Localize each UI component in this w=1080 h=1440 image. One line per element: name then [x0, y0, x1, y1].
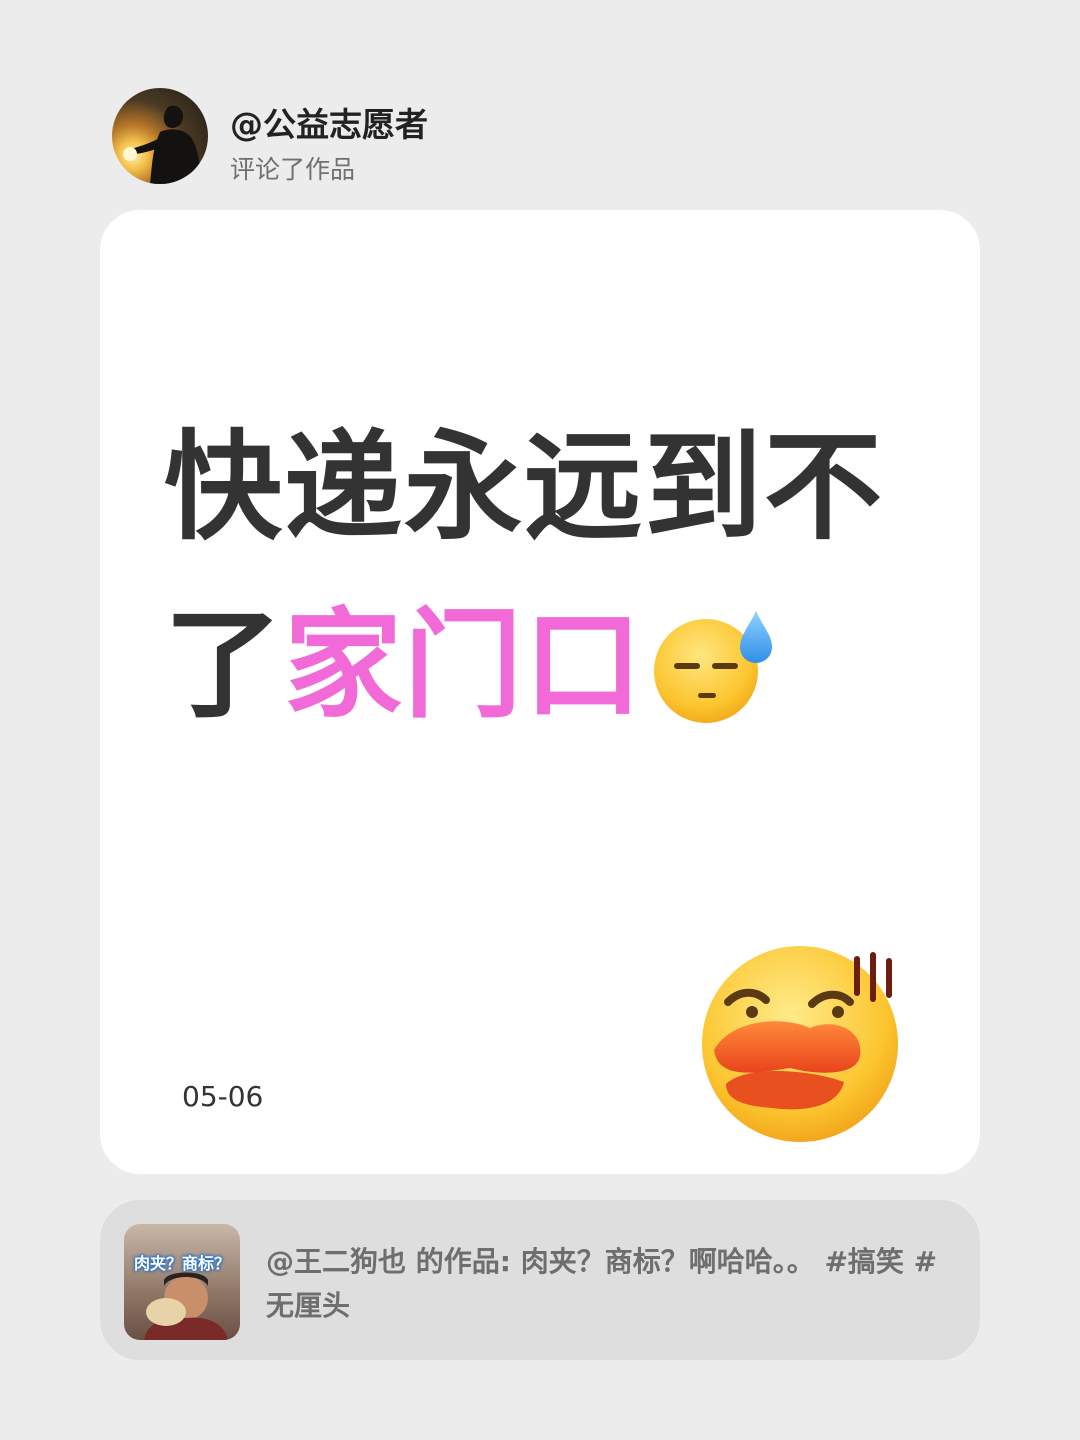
source-thumbnail[interactable]: 肉夹？商标？: [124, 1224, 240, 1340]
comment-text-line2: 了家门口: [164, 606, 644, 724]
comment-header: @公益志愿者 评论了作品: [112, 88, 972, 184]
person-eating-icon: [144, 1272, 228, 1340]
comment-action-label: 评论了作品: [230, 155, 356, 184]
source-post-card[interactable]: 肉夹？商标？ @王二狗也 的作品: 肉夹？商标？啊哈哈。。 #搞笑 #无厘头: [100, 1200, 980, 1360]
comment-text-line1: 快递永远到不: [164, 418, 885, 556]
downcast-face-with-sweat-icon: [654, 611, 772, 723]
comment-text-dark: 了: [164, 596, 285, 734]
user-name[interactable]: @公益志愿者: [230, 98, 428, 146]
duck-lips-face-icon: [702, 946, 898, 1142]
comment-card: 快递永远到不 了家门口 05-06: [100, 210, 980, 1174]
comment-text-highlight: 家门口: [284, 596, 645, 734]
source-post-text[interactable]: @王二狗也 的作品: 肉夹？商标？啊哈哈。。 #搞笑 #无厘头: [266, 1240, 956, 1328]
comment-date: 05-06: [182, 1080, 264, 1113]
user-avatar[interactable]: [112, 88, 208, 184]
silhouette-avatar-icon: [123, 105, 202, 184]
